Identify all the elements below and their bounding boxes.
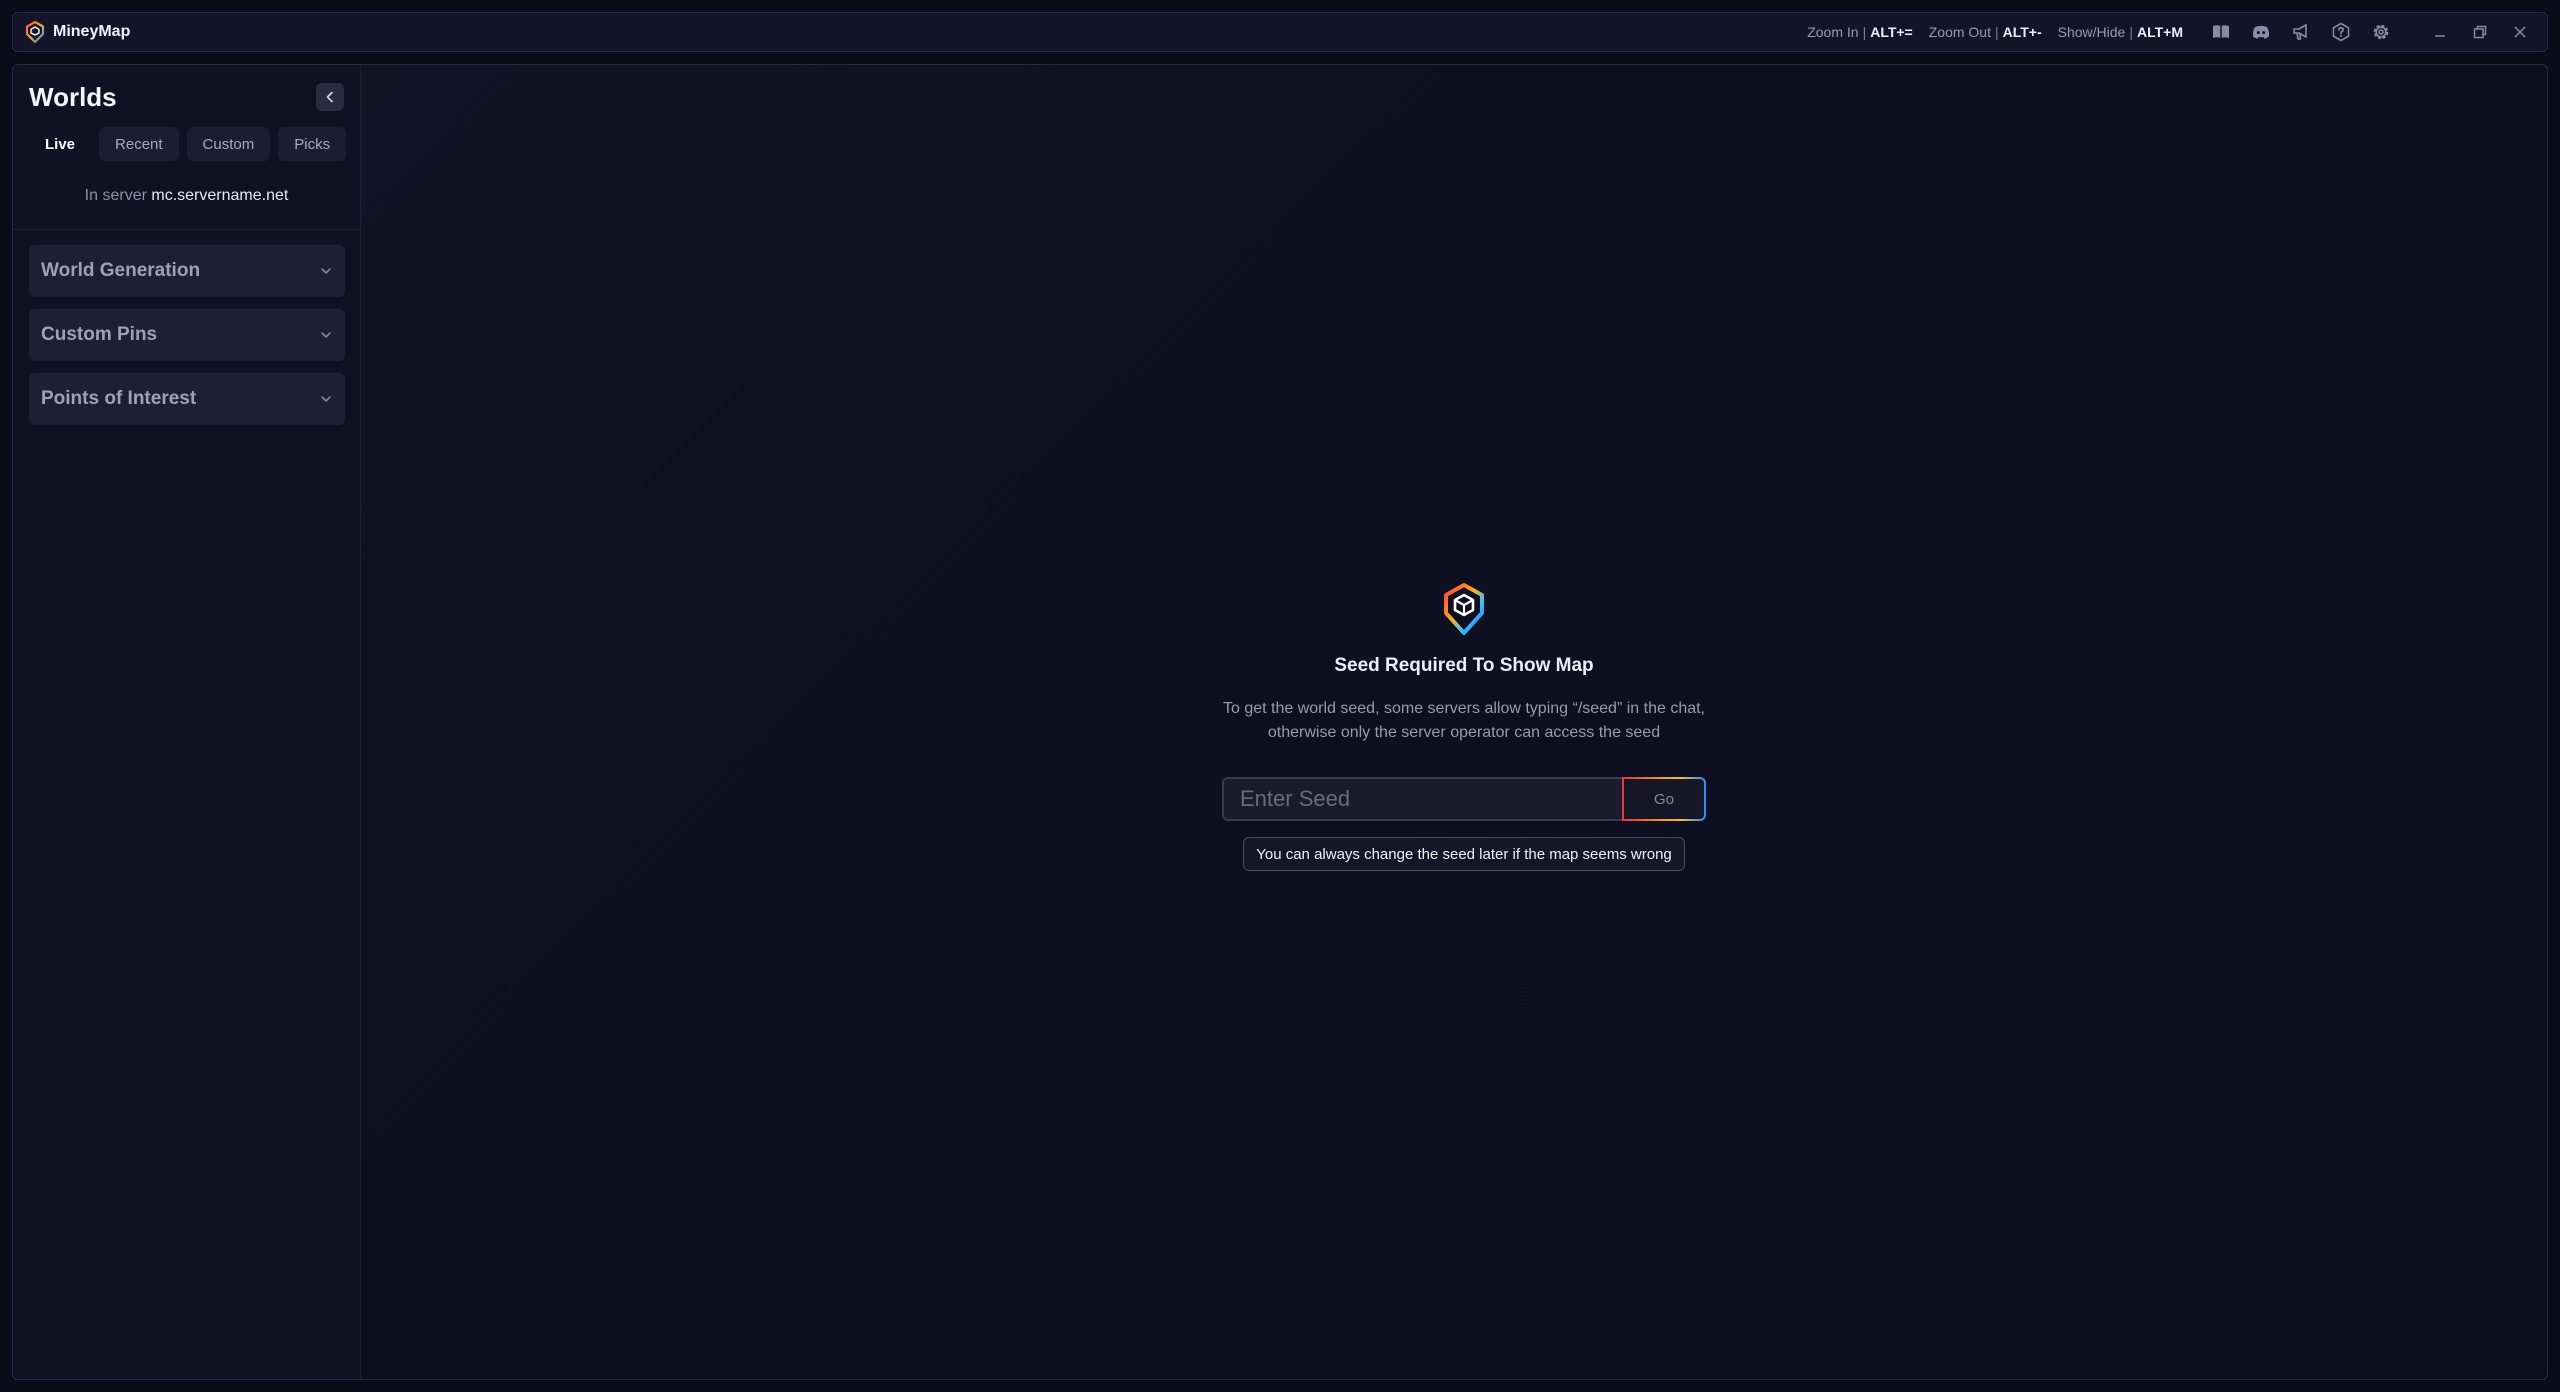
title-bar: MineyMap Zoom In | ALT+= Zoom Out | ALT+… bbox=[12, 12, 2548, 52]
section-custom-pins[interactable]: Custom Pins bbox=[29, 309, 345, 361]
shortcut-show-hide: Show/Hide | ALT+M bbox=[2057, 24, 2183, 40]
restore-icon[interactable] bbox=[2471, 23, 2489, 41]
shortcut-zoom-in: Zoom In | ALT+= bbox=[1807, 24, 1913, 40]
chevron-down-icon bbox=[321, 332, 331, 338]
shortcut-key: ALT+M bbox=[2136, 24, 2183, 40]
section-points-of-interest[interactable]: Points of Interest bbox=[29, 373, 345, 425]
seed-hint: You can always change the seed later if … bbox=[1243, 837, 1685, 871]
go-button[interactable]: Go bbox=[1622, 777, 1706, 821]
shortcut-key: ALT+= bbox=[1870, 24, 1913, 40]
chevron-left-icon bbox=[326, 91, 333, 103]
minimize-icon[interactable] bbox=[2431, 23, 2449, 41]
tab-custom[interactable]: Custom bbox=[186, 127, 271, 161]
shortcut-key: ALT+- bbox=[2002, 24, 2042, 40]
shortcut-label: Show/Hide bbox=[2057, 24, 2126, 40]
server-info: In server mc.servername.net bbox=[13, 187, 360, 205]
section-label: World Generation bbox=[41, 260, 201, 281]
seed-instructions: To get the world seed, some servers allo… bbox=[1222, 700, 1705, 741]
section-world-generation[interactable]: World Generation bbox=[29, 245, 345, 297]
shortcut-zoom-out: Zoom Out | ALT+- bbox=[1928, 24, 2042, 40]
shortcut-label: Zoom Out bbox=[1928, 24, 1991, 40]
server-name: mc.servername.net bbox=[151, 187, 289, 204]
world-tabs: Live Recent Custom Picks bbox=[29, 127, 347, 161]
book-icon[interactable] bbox=[2211, 22, 2231, 42]
gear-icon[interactable] bbox=[2371, 22, 2391, 42]
main-area: Worlds Live Recent Custom Picks In serve… bbox=[12, 64, 2548, 1380]
server-prefix: In server bbox=[84, 187, 147, 204]
tab-live[interactable]: Live bbox=[29, 127, 91, 161]
app-title: MineyMap bbox=[53, 23, 131, 40]
sidebar-divider bbox=[13, 229, 360, 230]
app-window: MineyMap Zoom In | ALT+= Zoom Out | ALT+… bbox=[12, 12, 2548, 1380]
worlds-sidebar: Worlds Live Recent Custom Picks In serve… bbox=[13, 65, 361, 1379]
shortcut-hints: Zoom In | ALT+= Zoom Out | ALT+- Show/Hi… bbox=[1807, 24, 2183, 40]
toolbar-icons bbox=[2211, 22, 2391, 42]
close-icon[interactable] bbox=[2511, 23, 2529, 41]
section-label: Custom Pins bbox=[41, 324, 158, 345]
section-label: Points of Interest bbox=[41, 388, 197, 409]
map-logo bbox=[1442, 583, 1486, 635]
seed-form: Go bbox=[1222, 777, 1706, 821]
chevron-down-icon bbox=[321, 396, 331, 402]
seed-prompt: Seed Required To Show Map To get the wor… bbox=[1221, 583, 1707, 871]
seed-required-title: Seed Required To Show Map bbox=[1334, 655, 1594, 676]
window-controls bbox=[2431, 23, 2529, 41]
seed-input[interactable] bbox=[1222, 777, 1622, 821]
mineymap-logo-icon bbox=[1444, 583, 1484, 635]
chevron-down-icon bbox=[321, 268, 331, 274]
collapse-sidebar-button[interactable] bbox=[316, 83, 344, 111]
help-icon[interactable] bbox=[2331, 22, 2351, 42]
shortcut-label: Zoom In bbox=[1807, 24, 1859, 40]
megaphone-icon[interactable] bbox=[2291, 22, 2311, 42]
sidebar-header: Worlds bbox=[29, 81, 344, 113]
mineymap-logo-icon bbox=[25, 21, 45, 43]
app-logo: MineyMap bbox=[25, 21, 130, 43]
discord-icon[interactable] bbox=[2251, 22, 2271, 42]
tab-recent[interactable]: Recent bbox=[99, 127, 179, 161]
tab-picks[interactable]: Picks bbox=[278, 127, 347, 161]
sidebar-title: Worlds bbox=[29, 81, 117, 112]
